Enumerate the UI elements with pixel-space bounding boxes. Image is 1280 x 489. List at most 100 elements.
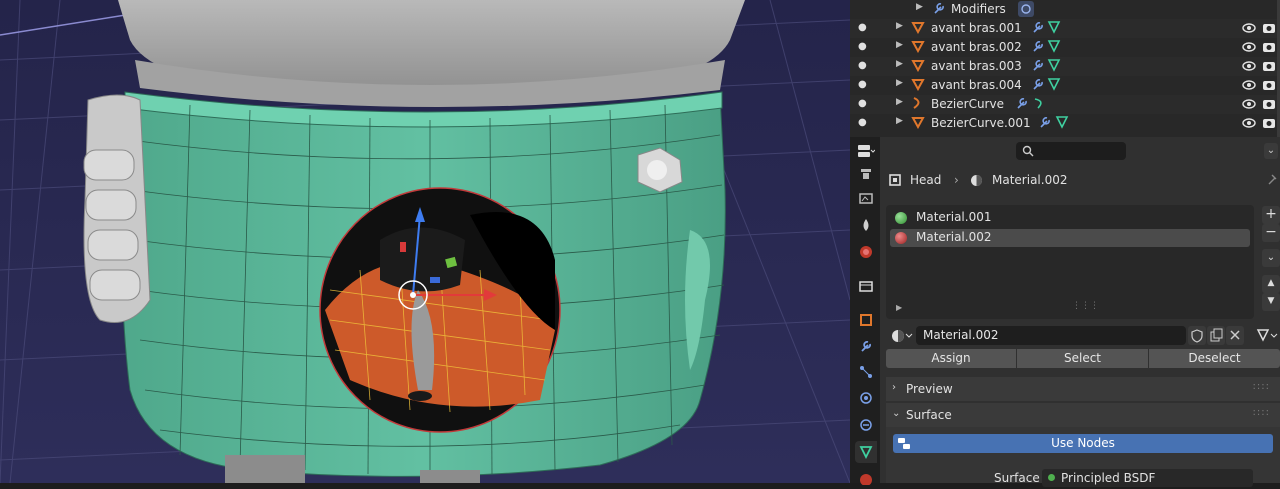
select-button[interactable]: Select: [1017, 349, 1148, 368]
drag-handle-icon[interactable]: ::::: [1253, 407, 1270, 418]
outliner-row-avant-bras-004[interactable]: ● ▶ avant bras.004: [850, 76, 1280, 95]
use-nodes-label: Use Nodes: [1051, 436, 1115, 450]
wrench-icon: [1033, 41, 1043, 52]
physics-tab-icon[interactable]: [855, 387, 877, 409]
material-slot-label: Material.001: [916, 210, 992, 224]
object-dot-icon: ●: [858, 60, 867, 71]
properties-editor[interactable]: ⌄ Head › Material.002 Material.001 Mater…: [850, 137, 1280, 487]
wrench-icon: [1033, 79, 1043, 90]
breadcrumb-material: Material.002: [992, 173, 1068, 187]
outliner-label: Modifiers: [951, 2, 1006, 16]
eye-icon[interactable]: [1242, 40, 1256, 54]
expand-icon[interactable]: ▶: [916, 2, 923, 12]
outliner-row-modifiers[interactable]: ▶ Modifiers: [850, 0, 1280, 19]
data-tab-icon[interactable]: [855, 441, 877, 463]
duplicate-material-icon[interactable]: [1207, 326, 1225, 345]
eye-icon[interactable]: [1242, 59, 1256, 73]
material-slot-row-selected[interactable]: Material.002: [890, 229, 1250, 247]
expand-icon[interactable]: ▶: [896, 116, 903, 126]
output-tab-icon[interactable]: [855, 214, 877, 236]
link-data-icon[interactable]: [1256, 328, 1280, 344]
outliner-label: avant bras.003: [931, 59, 1022, 73]
resize-handle-icon[interactable]: ⋮⋮⋮: [1072, 301, 1099, 311]
3d-viewport[interactable]: [0, 0, 850, 483]
camera-icon[interactable]: [1262, 78, 1276, 92]
render-tab-icon[interactable]: [855, 187, 877, 209]
material-slot-list[interactable]: Material.001 Material.002 ▶ ⋮⋮⋮: [886, 205, 1254, 319]
move-up-button[interactable]: ▲: [1262, 275, 1280, 293]
expand-icon[interactable]: ▶: [896, 97, 903, 107]
outliner-label: BezierCurve: [931, 97, 1004, 111]
modifier-badge-icon: [1018, 1, 1034, 17]
use-nodes-button[interactable]: Use Nodes: [893, 434, 1273, 453]
remove-slot-button[interactable]: −: [1262, 224, 1280, 242]
object-tab-icon[interactable]: [855, 309, 877, 331]
constraints-tab-icon[interactable]: [855, 414, 877, 436]
mesh-object-icon: [911, 79, 925, 91]
material-tab-icon[interactable]: [855, 467, 877, 489]
pin-icon[interactable]: [1266, 173, 1278, 187]
material-name-field[interactable]: Material.002: [916, 326, 1186, 345]
outliner-row-beziercurve-001[interactable]: ● ▶ BezierCurve.001: [850, 114, 1280, 133]
preview-panel-header[interactable]: › Preview ::::: [886, 377, 1280, 401]
editor-type-icon[interactable]: [855, 140, 877, 162]
expand-icon[interactable]: ▶: [896, 40, 903, 50]
expand-icon[interactable]: ▶: [896, 78, 903, 88]
object-dot-icon: ●: [858, 79, 867, 90]
material-slot-row[interactable]: Material.001: [890, 209, 1250, 227]
shader-socket-icon: [1048, 474, 1055, 481]
collection-tab-icon[interactable]: [855, 275, 877, 297]
fake-user-shield-icon[interactable]: [1188, 326, 1206, 345]
expand-icon[interactable]: ▶: [896, 21, 903, 31]
viewport-scene[interactable]: [0, 0, 850, 483]
outliner-panel[interactable]: ▶ Modifiers ● ▶ avant bras.001 ● ▶ avant…: [850, 0, 1280, 137]
outliner-row-avant-bras-003[interactable]: ● ▶ avant bras.003: [850, 57, 1280, 76]
chevron-down-icon[interactable]: ⌄: [1264, 143, 1278, 159]
eye-icon[interactable]: [1242, 78, 1256, 92]
mesh-data-icon: [1047, 78, 1061, 91]
material-name-value: Material.002: [923, 328, 999, 342]
camera-icon[interactable]: [1262, 59, 1276, 73]
move-down-button[interactable]: ▼: [1262, 293, 1280, 311]
surface-panel-header[interactable]: ⌄ Surface ::::: [886, 403, 1280, 427]
outliner-row-avant-bras-002[interactable]: ● ▶ avant bras.002: [850, 38, 1280, 57]
camera-icon[interactable]: [1262, 21, 1276, 35]
camera-icon[interactable]: [1262, 116, 1276, 130]
properties-search-field[interactable]: [1016, 142, 1126, 160]
mesh-object-icon: [911, 60, 925, 72]
drag-handle-icon[interactable]: ::::: [1253, 381, 1270, 392]
outliner-row-beziercurve[interactable]: ● ▶ BezierCurve: [850, 95, 1280, 114]
wrench-icon: [1040, 117, 1050, 128]
assign-button[interactable]: Assign: [886, 349, 1016, 368]
eye-icon[interactable]: [1242, 97, 1256, 111]
unlink-close-icon[interactable]: [1226, 326, 1244, 345]
world-tab-icon[interactable]: [855, 241, 877, 263]
modifier-tab-icon[interactable]: [855, 335, 877, 357]
properties-header: ⌄: [880, 137, 1280, 167]
camera-icon[interactable]: [1262, 40, 1276, 54]
mesh-object-icon: [911, 117, 925, 129]
particles-tab-icon[interactable]: [855, 361, 877, 383]
preview-panel-label: Preview: [906, 382, 953, 396]
mesh-data-icon: [1055, 116, 1069, 129]
mesh-data-icon: [1047, 21, 1061, 34]
slot-menu-chevron-icon[interactable]: ⌄: [1262, 249, 1280, 267]
expand-icon[interactable]: ▶: [896, 59, 903, 69]
browse-material-icon[interactable]: [890, 328, 914, 344]
mesh-data-icon: [1047, 59, 1061, 72]
list-expand-icon[interactable]: ▶: [896, 303, 902, 312]
material-icon: [971, 175, 982, 186]
add-slot-button[interactable]: +: [1262, 206, 1280, 224]
tool-tab-icon[interactable]: [855, 163, 877, 185]
outliner-row-avant-bras-001[interactable]: ● ▶ avant bras.001: [850, 19, 1280, 38]
object-icon: [889, 174, 901, 186]
deselect-button[interactable]: Deselect: [1149, 349, 1280, 368]
outliner-label: avant bras.001: [931, 21, 1022, 35]
material-preview-icon: [895, 232, 907, 244]
node-tree-icon: [898, 438, 910, 449]
outliner-label: avant bras.002: [931, 40, 1022, 54]
eye-icon[interactable]: [1242, 116, 1256, 130]
camera-icon[interactable]: [1262, 97, 1276, 111]
eye-icon[interactable]: [1242, 21, 1256, 35]
surface-shader-field[interactable]: Principled BSDF: [1042, 469, 1253, 487]
